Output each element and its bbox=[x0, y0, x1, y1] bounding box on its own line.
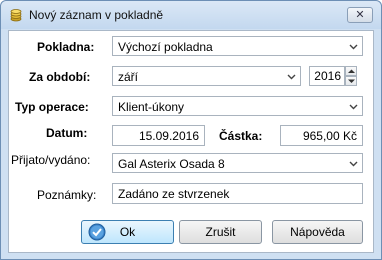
help-button[interactable]: Nápověda bbox=[272, 220, 363, 244]
prijato-select[interactable]: Gal Asterix Osada 8 bbox=[112, 153, 363, 173]
typ-operace-select[interactable]: Klient-úkony bbox=[112, 96, 363, 116]
prijato-value: Gal Asterix Osada 8 bbox=[118, 157, 225, 171]
datum-value: 15.09.2016 bbox=[138, 129, 199, 143]
coins-icon bbox=[10, 9, 22, 22]
typ-operace-label: Typ operace: bbox=[15, 100, 89, 114]
chevron-down-icon bbox=[349, 104, 358, 110]
chevron-down-icon bbox=[349, 44, 358, 50]
pokladna-label: Pokladna: bbox=[37, 40, 95, 54]
close-button[interactable]: ✕ bbox=[347, 7, 373, 23]
title-bar: Nový záznam v pokladně ✕ bbox=[1, 1, 381, 29]
window-title: Nový záznam v pokladně bbox=[29, 8, 164, 22]
help-label: Nápověda bbox=[290, 225, 345, 239]
pokladna-value: Výchozí pokladna bbox=[118, 40, 213, 54]
chevron-down-icon bbox=[349, 161, 358, 167]
arrow-down-icon bbox=[348, 79, 355, 83]
obdobi-year-value: 2016 bbox=[314, 69, 341, 83]
chevron-down-icon bbox=[287, 74, 296, 80]
obdobi-year-input[interactable]: 2016 bbox=[309, 66, 345, 86]
dialog-window: Nový záznam v pokladně ✕ Pokladna: Výcho… bbox=[0, 0, 382, 260]
castka-input[interactable]: 965,00 Kč bbox=[280, 125, 363, 146]
castka-label: Částka: bbox=[219, 129, 263, 143]
ok-check-icon bbox=[88, 223, 106, 241]
pokladna-select[interactable]: Výchozí pokladna bbox=[112, 36, 363, 56]
cancel-button[interactable]: Zrušit bbox=[179, 220, 262, 244]
ok-label: Ok bbox=[119, 225, 136, 239]
arrow-up-icon bbox=[348, 69, 355, 73]
poznamky-value: Zadáno ze stvrzenek bbox=[118, 187, 230, 201]
typ-operace-value: Klient-úkony bbox=[118, 100, 185, 114]
obdobi-month-select[interactable]: září bbox=[112, 66, 301, 86]
close-icon: ✕ bbox=[355, 9, 365, 21]
obdobi-label: Za období: bbox=[29, 70, 91, 84]
ok-button[interactable]: Ok bbox=[81, 220, 174, 244]
cancel-label: Zrušit bbox=[205, 225, 236, 239]
dialog-body: Pokladna: Výchozí pokladna Za období: zá… bbox=[8, 30, 374, 253]
poznamky-input[interactable]: Zadáno ze stvrzenek bbox=[112, 183, 363, 204]
spin-down-button[interactable] bbox=[345, 76, 357, 86]
datum-label: Datum: bbox=[46, 126, 88, 140]
castka-value: 965,00 Kč bbox=[302, 129, 357, 143]
year-spinner[interactable] bbox=[345, 66, 357, 86]
spin-up-button[interactable] bbox=[345, 66, 357, 76]
poznamky-label: Poznámky: bbox=[37, 188, 97, 202]
datum-input[interactable]: 15.09.2016 bbox=[112, 125, 205, 146]
obdobi-month-value: září bbox=[118, 70, 139, 84]
prijato-label: Přijato/vydáno: bbox=[11, 153, 91, 167]
